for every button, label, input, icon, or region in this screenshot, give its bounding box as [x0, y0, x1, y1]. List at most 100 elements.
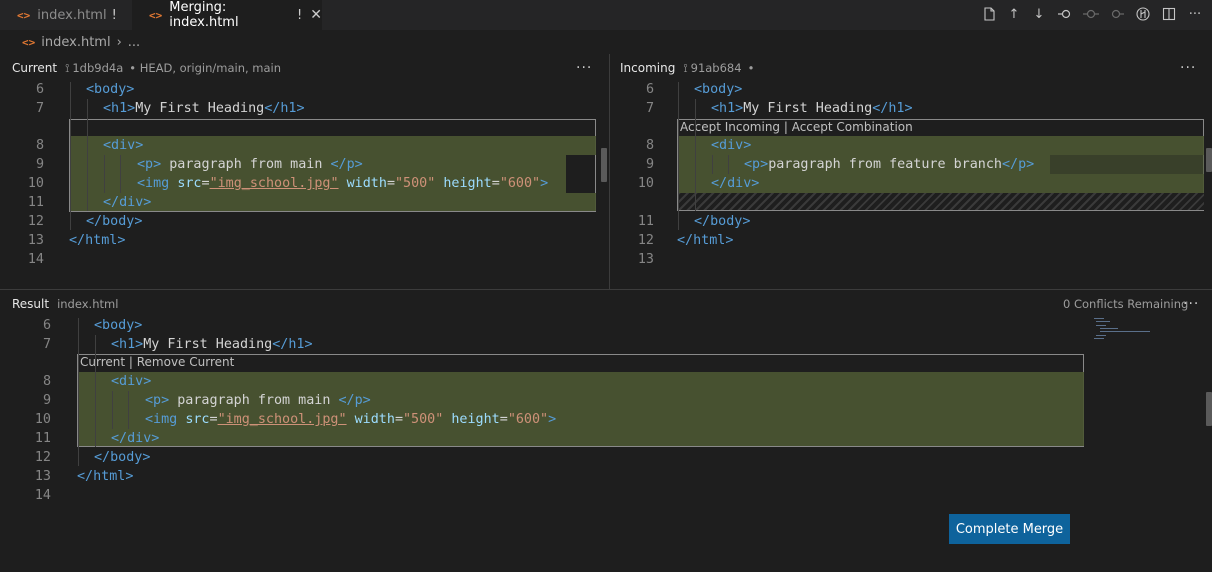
html-file-icon: <> — [17, 8, 31, 22]
line-number: 14 — [27, 252, 44, 267]
code-token: </p> — [330, 157, 363, 172]
line-number: 7 — [35, 101, 44, 116]
code-token: </p> — [1001, 157, 1035, 172]
code-token: </body> — [86, 214, 143, 229]
complete-merge-button[interactable]: Complete Merge — [949, 514, 1070, 544]
code-token: <body> — [94, 318, 143, 333]
current-more-icon[interactable]: ··· — [576, 60, 592, 76]
html-file-icon: <> — [22, 35, 36, 49]
code-token: <p> — [744, 157, 769, 172]
line-number: 7 — [42, 337, 51, 352]
code-token: width — [346, 176, 387, 191]
code-token: My First Heading — [135, 101, 265, 116]
code-token: <h1> — [103, 101, 136, 116]
code-token: </body> — [94, 450, 151, 465]
git-commit-icon: ⟟ — [65, 60, 70, 75]
incoming-editor[interactable]: Accept Incoming | Accept Combination 6 <b… — [610, 82, 1212, 289]
current-commit[interactable]: 1db9d4a — [72, 61, 123, 75]
split-editor-icon[interactable] — [1161, 6, 1177, 22]
line-number: 8 — [645, 138, 654, 153]
next-change-icon[interactable] — [1109, 6, 1125, 22]
code-token: </body> — [694, 214, 751, 229]
code-token: = — [394, 412, 403, 427]
code-token: </html> — [677, 233, 734, 248]
line-number: 13 — [27, 233, 44, 248]
code-token: paragraph from feature branch — [768, 157, 1002, 172]
code-token: </p> — [338, 393, 371, 408]
code-token: </h1> — [272, 337, 313, 352]
code-token: = — [201, 176, 210, 191]
html-file-icon: <> — [149, 8, 163, 22]
result-conflict-actions[interactable]: Current | Remove Current — [80, 354, 234, 370]
code-token: </div> — [103, 195, 152, 210]
arrow-down-icon[interactable]: ↓ — [1031, 6, 1047, 22]
code-token: = — [491, 176, 500, 191]
line-number: 11 — [34, 431, 51, 446]
code-token: > — [548, 412, 557, 427]
open-file-icon[interactable] — [981, 6, 997, 22]
code-token: <h1> — [711, 101, 744, 116]
tab-index-html[interactable]: <> index.html ! — [0, 0, 132, 30]
code-token: paragraph from main — [169, 393, 339, 408]
code-token: src — [177, 176, 202, 191]
incoming-conflict-actions[interactable]: Accept Incoming | Accept Combination — [680, 119, 913, 135]
modified-indicator: ! — [111, 7, 117, 23]
incoming-more-icon[interactable]: ··· — [1180, 60, 1196, 76]
incoming-refs: • — [747, 61, 755, 75]
result-title: Result — [12, 297, 50, 311]
code-token: <body> — [694, 82, 743, 97]
close-icon[interactable]: ✕ — [310, 7, 322, 23]
incoming-commit[interactable]: 91ab684 — [691, 61, 742, 75]
code-token: = — [386, 176, 395, 191]
code-token: My First Heading — [143, 337, 273, 352]
minimap[interactable] — [1090, 318, 1160, 348]
breadcrumb-more[interactable]: ... — [128, 35, 140, 50]
code-token: "img_school.jpg" — [217, 412, 347, 427]
incoming-title: Incoming — [620, 61, 676, 75]
conflicts-remaining-status[interactable]: 0 Conflicts Remaining — [1063, 297, 1188, 311]
change-icon[interactable] — [1083, 6, 1099, 22]
line-number: 10 — [27, 176, 44, 191]
code-token: src — [185, 412, 210, 427]
current-editor[interactable]: 6 <body> 7 <h1>My First Heading</h1> 8 <div… — [0, 82, 609, 289]
code-token: </div> — [711, 176, 760, 191]
tab-label: Merging: index.html — [169, 0, 239, 30]
code-token: </h1> — [264, 101, 305, 116]
current-title: Current — [12, 61, 58, 75]
code-token: "500" — [403, 412, 444, 427]
line-number: 14 — [34, 488, 51, 503]
code-token: <p> — [145, 393, 170, 408]
code-token: = — [209, 412, 218, 427]
line-number: 13 — [34, 469, 51, 484]
line-number: 9 — [645, 157, 654, 172]
line-number: 7 — [645, 101, 654, 116]
line-number: 6 — [42, 318, 51, 333]
scrollbar[interactable] — [1206, 392, 1212, 426]
arrow-up-icon[interactable]: ↑ — [1006, 6, 1022, 22]
code-token: <body> — [86, 82, 135, 97]
code-token: </html> — [69, 233, 126, 248]
more-actions-icon[interactable]: ··· — [1187, 6, 1203, 22]
line-number: 11 — [637, 214, 654, 229]
line-number: 6 — [35, 82, 44, 97]
current-pane-header: Current ⟟ 1db9d4a • HEAD, origin/main, m… — [0, 54, 609, 82]
result-more-icon[interactable]: ··· — [1183, 296, 1199, 312]
code-token: "img_school.jpg" — [209, 176, 339, 191]
previous-change-icon[interactable] — [1057, 6, 1073, 22]
git-commit-icon: ⟟ — [683, 60, 688, 75]
breadcrumb-file[interactable]: index.html — [41, 35, 110, 50]
code-token: <div> — [103, 138, 144, 153]
code-token: = — [499, 412, 508, 427]
tab-merging-index-html[interactable]: <> Merging: index.html ! ✕ — [132, 0, 322, 30]
code-token: <p> — [137, 157, 162, 172]
result-pane-header: Result index.html 0 Conflicts Remaining … — [0, 290, 1212, 318]
git-compare-icon[interactable] — [1135, 6, 1151, 22]
chevron-right-icon: › — [116, 34, 122, 50]
line-number: 8 — [42, 374, 51, 389]
line-number: 10 — [637, 176, 654, 191]
line-number: 8 — [35, 138, 44, 153]
code-token: <img — [145, 412, 178, 427]
code-token: My First Heading — [743, 101, 873, 116]
tab-label: index.html — [37, 7, 107, 23]
tab-bar: <> index.html ! <> Merging: index.html !… — [0, 0, 1212, 30]
